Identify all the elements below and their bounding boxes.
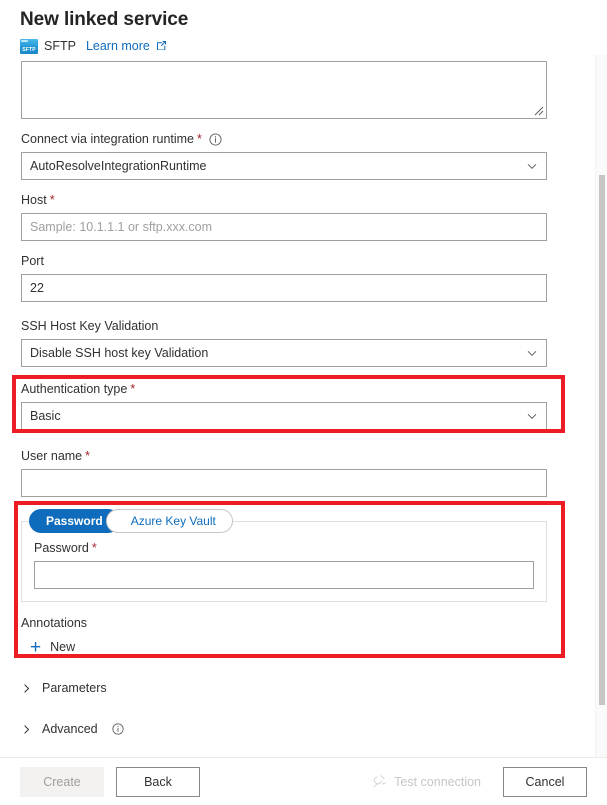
user-name-required: * bbox=[85, 449, 91, 463]
test-connection-label: Test connection bbox=[394, 774, 481, 789]
sftp-icon: SFTP bbox=[20, 38, 38, 54]
service-type-label: SFTP bbox=[44, 39, 76, 53]
authentication-type-select[interactable]: Basic bbox=[21, 402, 547, 430]
description-textarea[interactable] bbox=[21, 61, 547, 119]
password-required: * bbox=[91, 541, 97, 555]
chevron-down-icon bbox=[527, 350, 537, 357]
page-title: New linked service bbox=[20, 9, 189, 30]
service-subline: SFTP SFTP Learn more bbox=[20, 37, 587, 55]
new-linked-service-panel: New linked service SFTP SFTP Learn more bbox=[0, 0, 607, 805]
host-input[interactable]: Sample: 10.1.1.1 or sftp.xxx.com bbox=[21, 213, 547, 241]
ssh-host-key-validation-field: SSH Host Key Validation Disable SSH host… bbox=[21, 318, 570, 367]
password-panel: Password * bbox=[21, 521, 547, 602]
port-label: Port bbox=[21, 253, 570, 270]
password-label: Password * bbox=[34, 540, 534, 557]
host-required: * bbox=[49, 193, 55, 207]
plug-icon bbox=[373, 775, 387, 788]
sftp-icon-tag: SFTP bbox=[22, 46, 36, 53]
integration-runtime-value: AutoResolveIntegrationRuntime bbox=[30, 159, 207, 173]
password-input[interactable] bbox=[34, 561, 534, 589]
user-name-field: User name * bbox=[21, 448, 570, 497]
authentication-type-field: Authentication type * Basic bbox=[21, 381, 570, 430]
form-scroll-area: Connect via integration runtime * AutoRe… bbox=[0, 55, 607, 757]
create-button[interactable]: Create bbox=[20, 766, 104, 797]
panel-footer: Create Back Test connection Cancel bbox=[0, 757, 607, 805]
user-name-label: User name * bbox=[21, 448, 570, 465]
authentication-type-required: * bbox=[130, 382, 136, 396]
credential-section: Password Azure Key Vault Password * bbox=[21, 503, 570, 602]
host-field: Host * Sample: 10.1.1.1 or sftp.xxx.com bbox=[21, 192, 570, 241]
tab-azure-key-vault-label: Azure Key Vault bbox=[130, 514, 216, 528]
integration-runtime-label-text: Connect via integration runtime bbox=[21, 132, 195, 146]
integration-runtime-field: Connect via integration runtime * AutoRe… bbox=[21, 131, 570, 180]
scrollbar-thumb[interactable] bbox=[599, 175, 605, 705]
integration-runtime-label: Connect via integration runtime * bbox=[21, 131, 570, 148]
authentication-type-label-text: Authentication type bbox=[21, 382, 128, 396]
description-field bbox=[21, 61, 570, 119]
panel-header: New linked service SFTP SFTP Learn more bbox=[0, 0, 607, 55]
credential-tab-group: Password Azure Key Vault bbox=[29, 509, 233, 533]
chevron-right-icon bbox=[21, 724, 32, 735]
advanced-section-toggle[interactable]: Advanced bbox=[21, 718, 570, 740]
tab-password-label: Password bbox=[46, 514, 103, 528]
back-button[interactable]: Back bbox=[116, 766, 200, 797]
password-label-text: Password bbox=[34, 541, 89, 555]
learn-more-link[interactable]: Learn more bbox=[86, 39, 167, 53]
learn-more-label: Learn more bbox=[85, 39, 150, 53]
advanced-label: Advanced bbox=[42, 722, 98, 736]
ssh-host-key-validation-value: Disable SSH host key Validation bbox=[30, 346, 209, 360]
chevron-down-icon bbox=[527, 413, 537, 420]
info-icon[interactable] bbox=[209, 133, 222, 146]
ssh-host-key-validation-label: SSH Host Key Validation bbox=[21, 318, 570, 335]
tab-azure-key-vault[interactable]: Azure Key Vault bbox=[105, 509, 233, 533]
add-annotation-label: New bbox=[50, 640, 76, 654]
user-name-label-text: User name bbox=[21, 449, 83, 463]
add-annotation-button[interactable]: + New bbox=[30, 636, 570, 658]
port-input[interactable]: 22 bbox=[21, 274, 547, 302]
external-link-icon bbox=[157, 41, 167, 50]
annotations-label: Annotations bbox=[21, 616, 88, 630]
vertical-scrollbar[interactable] bbox=[595, 55, 607, 757]
ssh-host-key-validation-label-text: SSH Host Key Validation bbox=[21, 319, 159, 333]
linked-service-form: Connect via integration runtime * AutoRe… bbox=[0, 55, 590, 740]
parameters-label: Parameters bbox=[42, 681, 107, 695]
cancel-button[interactable]: Cancel bbox=[503, 766, 587, 797]
chevron-right-icon bbox=[21, 683, 32, 694]
chevron-down-icon bbox=[527, 163, 537, 170]
host-label-text: Host bbox=[21, 193, 47, 207]
plus-icon: + bbox=[30, 636, 42, 658]
ssh-host-key-validation-select[interactable]: Disable SSH host key Validation bbox=[21, 339, 547, 367]
authentication-type-value: Basic bbox=[30, 409, 61, 423]
integration-runtime-select[interactable]: AutoResolveIntegrationRuntime bbox=[21, 152, 547, 180]
user-name-input[interactable] bbox=[21, 469, 547, 497]
test-connection-button[interactable]: Test connection bbox=[372, 774, 481, 789]
parameters-section-toggle[interactable]: Parameters bbox=[21, 677, 570, 699]
resize-grip-icon[interactable] bbox=[532, 104, 544, 116]
port-field: Port 22 bbox=[21, 253, 570, 302]
integration-runtime-required: * bbox=[197, 132, 202, 146]
info-icon[interactable] bbox=[112, 723, 124, 735]
authentication-type-label: Authentication type * bbox=[21, 381, 570, 398]
host-label: Host * bbox=[21, 192, 570, 209]
port-label-text: Port bbox=[21, 254, 44, 268]
